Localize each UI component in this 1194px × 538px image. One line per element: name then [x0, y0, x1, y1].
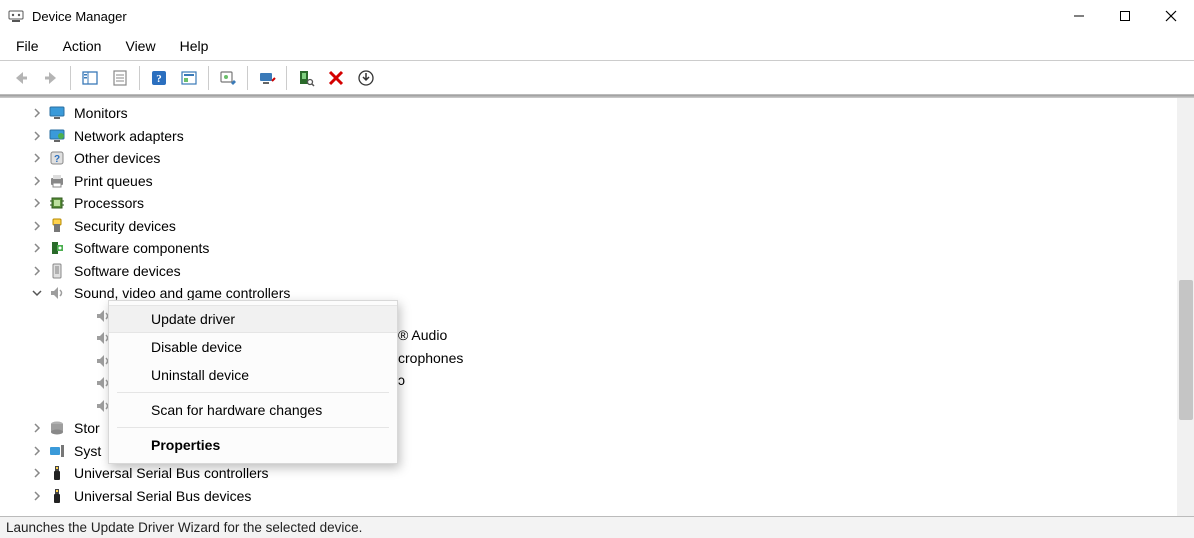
tree-node-label: Network adapters [72, 128, 186, 144]
minimize-button[interactable] [1056, 0, 1102, 32]
sound-icon [48, 285, 66, 301]
update-driver-button[interactable] [214, 65, 242, 91]
expander-none [76, 354, 90, 368]
tree-node-label: Stor [72, 420, 102, 436]
help-button[interactable]: ? [145, 65, 173, 91]
disable-device-button[interactable] [253, 65, 281, 91]
chevron-right-icon[interactable] [30, 466, 44, 480]
storage-icon [48, 420, 66, 436]
tree-node-label: Monitors [72, 105, 130, 121]
action-page-button[interactable] [175, 65, 203, 91]
context-menu-item[interactable]: Uninstall device [109, 361, 397, 389]
chevron-right-icon[interactable] [30, 106, 44, 120]
tree-node[interactable]: Security devices [0, 215, 1194, 238]
printer-icon [48, 173, 66, 189]
tree-node[interactable]: Software devices [0, 260, 1194, 283]
tree-node-label: Universal Serial Bus controllers [72, 465, 271, 481]
titlebar: Device Manager [0, 0, 1194, 32]
chevron-right-icon[interactable] [30, 174, 44, 188]
chevron-right-icon[interactable] [30, 241, 44, 255]
svg-text:?: ? [156, 73, 162, 85]
menu-help[interactable]: Help [168, 34, 221, 58]
scrollbar-thumb[interactable] [1179, 280, 1193, 420]
tree-node-label: Universal Serial Bus devices [72, 488, 253, 504]
chevron-right-icon[interactable] [30, 129, 44, 143]
context-menu-item[interactable]: Disable device [109, 333, 397, 361]
expander-none [76, 399, 90, 413]
chevron-right-icon[interactable] [30, 196, 44, 210]
chevron-right-icon[interactable] [30, 489, 44, 503]
system-icon [48, 443, 66, 459]
scan-hardware-button[interactable] [292, 65, 320, 91]
tree-node-label: Syst [72, 443, 103, 459]
menu-action[interactable]: Action [51, 34, 114, 58]
tree-node-tail: crophones [398, 350, 463, 366]
context-menu-separator [117, 427, 389, 428]
tree-node-label: Software devices [72, 263, 183, 279]
component-icon [48, 240, 66, 256]
maximize-button[interactable] [1102, 0, 1148, 32]
window-title: Device Manager [32, 9, 127, 24]
context-menu-item[interactable]: Update driver [109, 305, 397, 333]
properties-button[interactable] [106, 65, 134, 91]
tree-node[interactable]: Universal Serial Bus devices [0, 485, 1194, 508]
chevron-right-icon[interactable] [30, 264, 44, 278]
tree-node-label: Software components [72, 240, 211, 256]
other-icon [48, 150, 66, 166]
tree-node[interactable]: Network adapters [0, 125, 1194, 148]
expander-none [76, 331, 90, 345]
expander-none [76, 376, 90, 390]
chevron-right-icon[interactable] [30, 151, 44, 165]
chevron-down-icon[interactable] [30, 286, 44, 300]
tree-node-label: Other devices [72, 150, 162, 166]
security-icon [48, 218, 66, 234]
device-manager-window: Device Manager File Action View Help [0, 0, 1194, 538]
tree-node[interactable]: Print queues [0, 170, 1194, 193]
chevron-right-icon[interactable] [30, 444, 44, 458]
chevron-right-icon[interactable] [30, 219, 44, 233]
vertical-scrollbar[interactable] [1177, 98, 1194, 516]
context-menu-separator [117, 392, 389, 393]
tree-node-label: Security devices [72, 218, 178, 234]
context-menu-item[interactable]: Properties [109, 431, 397, 459]
tree-node-tail: ɔ [398, 372, 405, 388]
app-icon [8, 8, 24, 24]
tree-node-label: Print queues [72, 173, 155, 189]
tree-node-tail: ® Audio [398, 327, 447, 343]
chevron-right-icon[interactable] [30, 421, 44, 435]
menu-view[interactable]: View [113, 34, 167, 58]
statusbar-text: Launches the Update Driver Wizard for th… [6, 520, 362, 535]
context-menu-item[interactable]: Scan for hardware changes [109, 396, 397, 424]
tree-node[interactable]: Universal Serial Bus controllers [0, 462, 1194, 485]
tree-node[interactable]: Processors [0, 192, 1194, 215]
softdev-icon [48, 263, 66, 279]
close-button[interactable] [1148, 0, 1194, 32]
expander-none [76, 309, 90, 323]
usb-icon [48, 488, 66, 504]
cpu-icon [48, 195, 66, 211]
show-hide-console-tree-button[interactable] [76, 65, 104, 91]
forward-button[interactable] [37, 65, 65, 91]
network-icon [48, 128, 66, 144]
uninstall-device-button[interactable] [322, 65, 350, 91]
tree-node[interactable]: Monitors [0, 102, 1194, 125]
menu-file[interactable]: File [4, 34, 51, 58]
enable-device-button[interactable] [352, 65, 380, 91]
tree-node[interactable]: Other devices [0, 147, 1194, 170]
context-menu: Update driverDisable deviceUninstall dev… [108, 300, 398, 464]
monitor-icon [48, 105, 66, 121]
usb-icon [48, 465, 66, 481]
tree-node[interactable]: Software components [0, 237, 1194, 260]
tree-node-label: Processors [72, 195, 146, 211]
back-button[interactable] [7, 65, 35, 91]
toolbar: ? [0, 61, 1194, 95]
menubar: File Action View Help [0, 32, 1194, 60]
device-tree-area: Monitors Network adapters Other devices Pri… [0, 98, 1194, 516]
tree-node-label: Sound, video and game controllers [72, 285, 292, 301]
statusbar: Launches the Update Driver Wizard for th… [0, 516, 1194, 538]
